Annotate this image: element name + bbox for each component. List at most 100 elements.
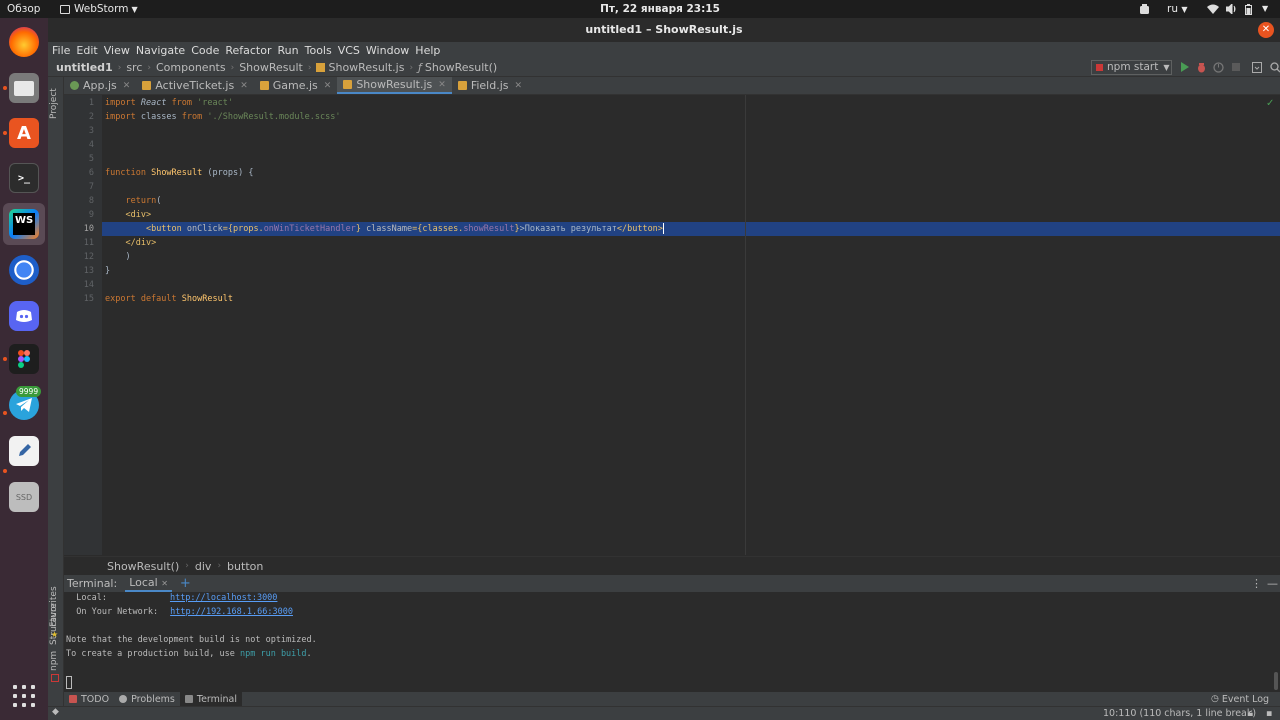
volume-icon[interactable] [1225,0,1237,18]
menu-edit[interactable]: Edit [76,44,97,57]
figma-icon[interactable] [9,344,39,374]
terminal-output[interactable]: Local: http://localhost:3000 On Your Netw… [64,592,1272,692]
vcs-update-icon[interactable] [1252,62,1262,78]
breadcrumb-button[interactable]: button [227,560,263,573]
stop-icon[interactable] [1231,62,1241,78]
identifier: React [140,98,167,108]
tab-activeticket-js[interactable]: ActiveTicket.js ✕ [136,77,253,94]
nav-crumb-showresult[interactable]: ShowResult [239,61,303,74]
running-indicator [3,357,7,361]
tab-showresult-js[interactable]: ShowResult.js ✕ [337,77,452,94]
terminal-app-icon[interactable]: >_ [9,163,39,193]
memory-indicator-icon[interactable]: ▪ [1266,708,1272,719]
add-terminal-icon[interactable]: + [180,576,191,591]
app-menu[interactable]: WebStorm ▼ [60,0,138,18]
battery-icon[interactable] [1245,0,1252,18]
breadcrumb-function[interactable]: ShowResult() [107,560,179,573]
chevron-down-icon: ▼ [131,5,138,14]
clock[interactable]: Пт, 22 января 23:15 [590,0,730,18]
terminal-tool-button[interactable]: Terminal [179,692,243,706]
nav-crumb-components[interactable]: Components [156,61,226,74]
js-file-icon [259,81,269,90]
run-icon[interactable] [1180,61,1190,77]
code-line: function ShowResult (props) { [102,166,1280,180]
search-icon[interactable] [1270,62,1280,78]
menu-window[interactable]: Window [366,44,409,57]
menu-navigate[interactable]: Navigate [136,44,185,57]
menu-run[interactable]: Run [278,44,299,57]
run-config-select[interactable]: npm start ▼ [1091,60,1172,75]
jsx-text: >Показать результат [519,224,617,234]
close-tab-icon[interactable]: ✕ [438,80,446,90]
minimize-panel-icon[interactable]: — [1267,577,1278,590]
close-tab-icon[interactable]: ✕ [123,81,131,91]
activities-button[interactable]: Обзор [7,0,40,18]
keyboard-layout[interactable]: ru ▼ [1167,0,1187,18]
firefox-icon[interactable] [9,27,39,57]
scrollbar-thumb[interactable] [1274,672,1278,690]
terminal-link[interactable]: http://192.168.1.66:3000 [170,607,293,617]
terminal-tab-local[interactable]: Local ✕ [125,575,172,592]
menu-file[interactable]: File [52,44,70,57]
menu-code[interactable]: Code [191,44,219,57]
more-options-icon[interactable]: ⋮ [1251,577,1262,590]
debug-icon[interactable] [1196,62,1207,78]
profile-icon[interactable] [1213,62,1224,78]
event-log-icon: ◷ [1211,694,1219,704]
event-log-button[interactable]: ◷ Event Log [1206,692,1274,706]
webstorm-icon[interactable]: WS [9,209,39,239]
todo-tool-button[interactable]: TODO [64,692,114,706]
screen-record-icon[interactable] [1139,0,1150,18]
terminal-scrollbar[interactable] [1272,592,1280,692]
js-file-icon [142,81,152,90]
code-text: ( [156,196,162,206]
nav-crumb-file[interactable]: ShowResult.js [328,61,404,74]
menu-tools[interactable]: Tools [305,44,332,57]
menu-view[interactable]: View [104,44,130,57]
terminal-link[interactable]: http://localhost:3000 [170,593,277,603]
nav-crumb-function[interactable]: ShowResult() [425,61,497,74]
discord-icon[interactable] [9,301,39,331]
tab-field-js[interactable]: Field.js ✕ [452,77,528,94]
editor-tabs: App.js ✕ ActiveTicket.js ✕ Game.js ✕ ShowRe… [64,77,1280,95]
favorites-tool-tab[interactable]: Favorites [49,586,59,627]
js-file-icon [457,81,467,90]
problems-tool-button[interactable]: Problems [114,692,180,706]
software-center-icon[interactable]: A [9,118,39,148]
text-editor-icon[interactable] [9,436,39,466]
nav-project[interactable]: untitled1 [56,61,113,74]
menu-refactor[interactable]: Refactor [225,44,271,57]
wifi-icon[interactable] [1207,0,1219,18]
code-text: ) [125,252,131,262]
code-line: ) [102,250,1280,264]
code-editor[interactable]: import React from 'react' import classes… [102,95,1280,555]
menu-bar: File Edit View Navigate Code Refactor Ru… [48,42,1280,59]
tab-app-js[interactable]: App.js ✕ [64,77,136,94]
chromium-icon[interactable] [9,255,39,285]
files-icon[interactable] [9,73,39,103]
close-tab-icon[interactable]: ✕ [161,579,168,588]
property: onWinTicketHandler [263,224,356,234]
line-number: 2 [88,112,94,122]
line-number: 3 [88,126,94,136]
caret-position[interactable]: 10:110 (110 chars, 1 line break) [1103,708,1256,719]
menu-help[interactable]: Help [415,44,440,57]
drive-icon[interactable]: SSD [9,482,39,512]
menu-vcs[interactable]: VCS [338,44,360,57]
npm-tool-tab[interactable]: npm [49,651,59,671]
close-tab-icon[interactable]: ✕ [240,81,248,91]
tool-windows-toggle-icon[interactable]: ◆ [52,707,59,717]
code-line: export default ShowResult [102,292,1280,306]
project-tool-tab[interactable]: Project [49,88,59,119]
readonly-toggle-icon[interactable]: 🔒︎ [1248,708,1253,719]
breadcrumb-div[interactable]: div [195,560,212,573]
terminal-command: npm run build [240,649,307,659]
close-tab-icon[interactable]: ✕ [324,81,332,91]
nav-crumb-src[interactable]: src [126,61,142,74]
show-applications-icon[interactable] [13,685,37,709]
tab-game-js[interactable]: Game.js ✕ [254,77,338,94]
inspection-ok-icon[interactable]: ✓ [1266,98,1274,109]
close-window-icon[interactable]: ✕ [1258,22,1274,38]
close-tab-icon[interactable]: ✕ [515,81,523,91]
system-menu-chevron-icon[interactable]: ▼ [1262,0,1268,18]
